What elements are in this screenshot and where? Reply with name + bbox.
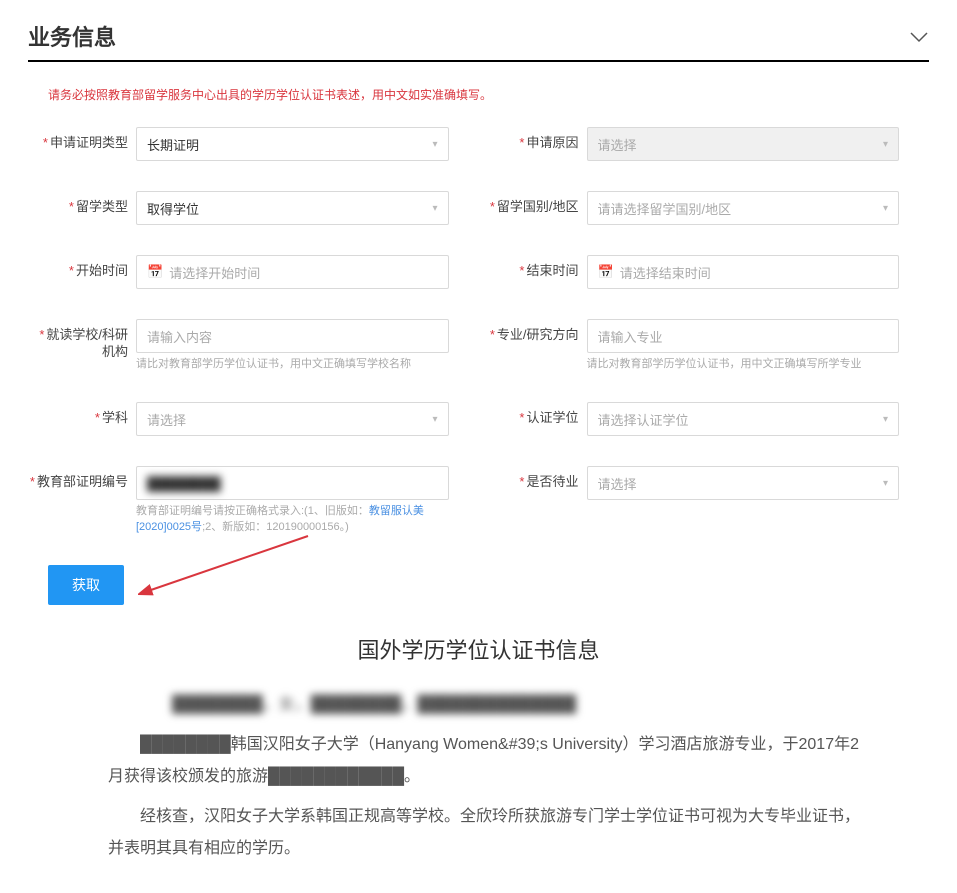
calendar-icon: 📅 [598,264,614,280]
row-end-date: *结束时间 📅 请选择结束时间 [479,255,930,289]
page-title: 业务信息 [28,20,116,52]
start-date-input[interactable]: 📅 请选择开始时间 [136,255,449,289]
section-header: 业务信息 [28,20,929,62]
chevron-down-icon: ▾ [883,414,888,425]
major-hint: 请比对教育部学历学位认证书，用中文正确填写所学专业 [587,357,900,372]
subject-select[interactable]: 请选择▾ [136,402,449,436]
chevron-down-icon: ▾ [432,414,437,425]
annotation-arrow-icon [138,531,318,611]
chevron-down-icon: ▾ [432,203,437,214]
row-school: *就读学校/科研机构 请输入内容 请比对教育部学历学位认证书，用中文正确填写学校… [28,319,479,372]
pending-select[interactable]: 请选择▾ [587,466,900,500]
row-reason: *申请原因 请选择▾ [479,127,930,161]
warning-text: 请务必按照教育部留学服务中心出具的学历学位认证书表述，用中文如实准确填写。 [28,86,929,103]
cert-line-2: ████████韩国汉阳女子大学（Hanyang Women&#39;s Uni… [108,729,869,793]
end-date-input[interactable]: 📅 请选择结束时间 [587,255,900,289]
chevron-down-icon: ▾ [883,203,888,214]
row-subject: *学科 请选择▾ [28,402,479,436]
school-input[interactable]: 请输入内容 [136,319,449,353]
row-cert-no: *教育部证明编号 ████████ 教育部证明编号请按正确格式录入:(1、旧版如… [28,466,479,535]
row-major: *专业/研究方向 请输入专业 请比对教育部学历学位认证书，用中文正确填写所学专业 [479,319,930,372]
row-cert-type: *申请证明类型 长期证明▾ [28,127,479,161]
row-pending: *是否待业 请选择▾ [479,466,930,535]
row-degree: *认证学位 请选择认证学位▾ [479,402,930,436]
school-hint: 请比对教育部学历学位认证书，用中文正确填写学校名称 [136,357,449,372]
chevron-down-icon: ▾ [883,478,888,489]
cert-no-input[interactable]: ████████ [136,466,449,500]
cert-title: 国外学历学位认证书信息 [28,633,929,665]
cert-body: ████████，女，████████，██████████████ █████… [28,689,929,865]
row-start-date: *开始时间 📅 请选择开始时间 [28,255,479,289]
cert-line-3: 经核查，汉阳女子大学系韩国正规高等学校。全欣玲所获旅游专门学士学位证书可视为大专… [108,801,869,865]
chevron-down-icon: ▾ [883,139,888,150]
study-type-select[interactable]: 取得学位▾ [136,191,449,225]
row-study-type: *留学类型 取得学位▾ [28,191,479,225]
row-country: *留学国别/地区 请请选择留学国别/地区▾ [479,191,930,225]
chevron-down-icon: ▾ [432,139,437,150]
major-input[interactable]: 请输入专业 [587,319,900,353]
fetch-button[interactable]: 获取 [48,565,124,605]
country-select[interactable]: 请请选择留学国别/地区▾ [587,191,900,225]
cert-line-1: ████████，女，████████，██████████████ [108,689,869,721]
reason-select[interactable]: 请选择▾ [587,127,900,161]
degree-select[interactable]: 请选择认证学位▾ [587,402,900,436]
form-grid: *申请证明类型 长期证明▾ *申请原因 请选择▾ *留学类型 取得学位▾ *留学… [28,127,929,565]
cert-type-select[interactable]: 长期证明▾ [136,127,449,161]
calendar-icon: 📅 [147,264,163,280]
chevron-down-icon[interactable] [909,22,929,50]
